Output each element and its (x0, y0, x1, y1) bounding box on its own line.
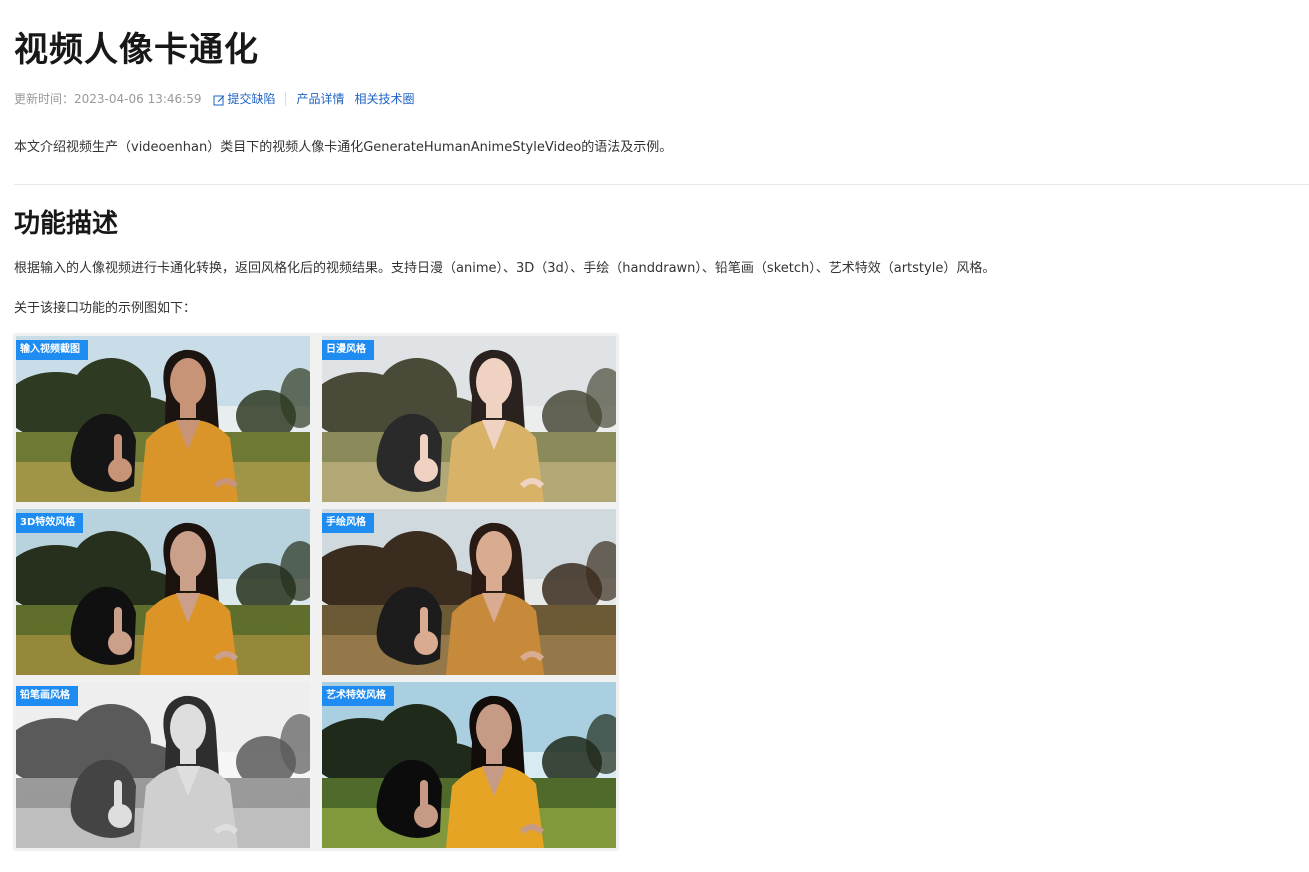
tile-3d: 3D特效风格 (16, 509, 310, 675)
feedback-link[interactable]: 提交缺陷 (213, 90, 275, 108)
scene-illustration (16, 336, 310, 502)
tile-label: 日漫风格 (322, 340, 374, 360)
feedback-link-label: 提交缺陷 (227, 92, 276, 106)
tile-label: 手绘风格 (322, 513, 374, 533)
intro-paragraph: 本文介绍视频生产（videoenhan）类目下的视频人像卡通化GenerateH… (14, 140, 673, 155)
tile-label: 艺术特效风格 (322, 686, 394, 706)
updated-label: 更新时间： (14, 92, 75, 106)
tile-sketch: 铅笔画风格 (16, 682, 310, 848)
scene-illustration (16, 682, 310, 848)
tile-artstyle: 艺术特效风格 (322, 682, 616, 848)
tile-anime: 日漫风格 (322, 336, 616, 502)
section-title: 功能描述 (14, 209, 119, 239)
example-caption: 关于该接口功能的示例图如下： (14, 301, 197, 316)
tech-community-link[interactable]: 相关技术圈 (355, 90, 415, 108)
function-description: 根据输入的人像视频进行卡通化转换，返回风格化后的视频结果。支持日漫（anime）… (14, 261, 996, 276)
page-title: 视频人像卡通化 (14, 30, 259, 70)
meta-separator (285, 92, 287, 106)
scene-illustration (322, 336, 616, 502)
edit-icon (213, 95, 225, 105)
section-divider (14, 184, 1309, 185)
scene-illustration (322, 509, 616, 675)
doc-meta: 更新时间： 2023-04-06 13:46:59 提交缺陷 产品详情 相关技术… (14, 90, 415, 108)
tile-original: 输入视频截图 (16, 336, 310, 502)
scene-illustration (16, 509, 310, 675)
scene-illustration (322, 682, 616, 848)
tile-label: 3D特效风格 (16, 513, 84, 533)
tile-handdrawn: 手绘风格 (322, 509, 616, 675)
updated-time: 2023-04-06 13:46:59 (74, 92, 202, 106)
tile-label: 铅笔画风格 (16, 686, 78, 706)
product-detail-link[interactable]: 产品详情 (296, 90, 344, 108)
tile-label: 输入视频截图 (16, 340, 88, 360)
example-figure: 输入视频截图 日漫风格 3D特效风格 手绘风格 铅笔画风格 艺术特效风格 (14, 334, 618, 850)
doc-page: 视频人像卡通化 更新时间： 2023-04-06 13:46:59 提交缺陷 产… (0, 0, 1309, 872)
